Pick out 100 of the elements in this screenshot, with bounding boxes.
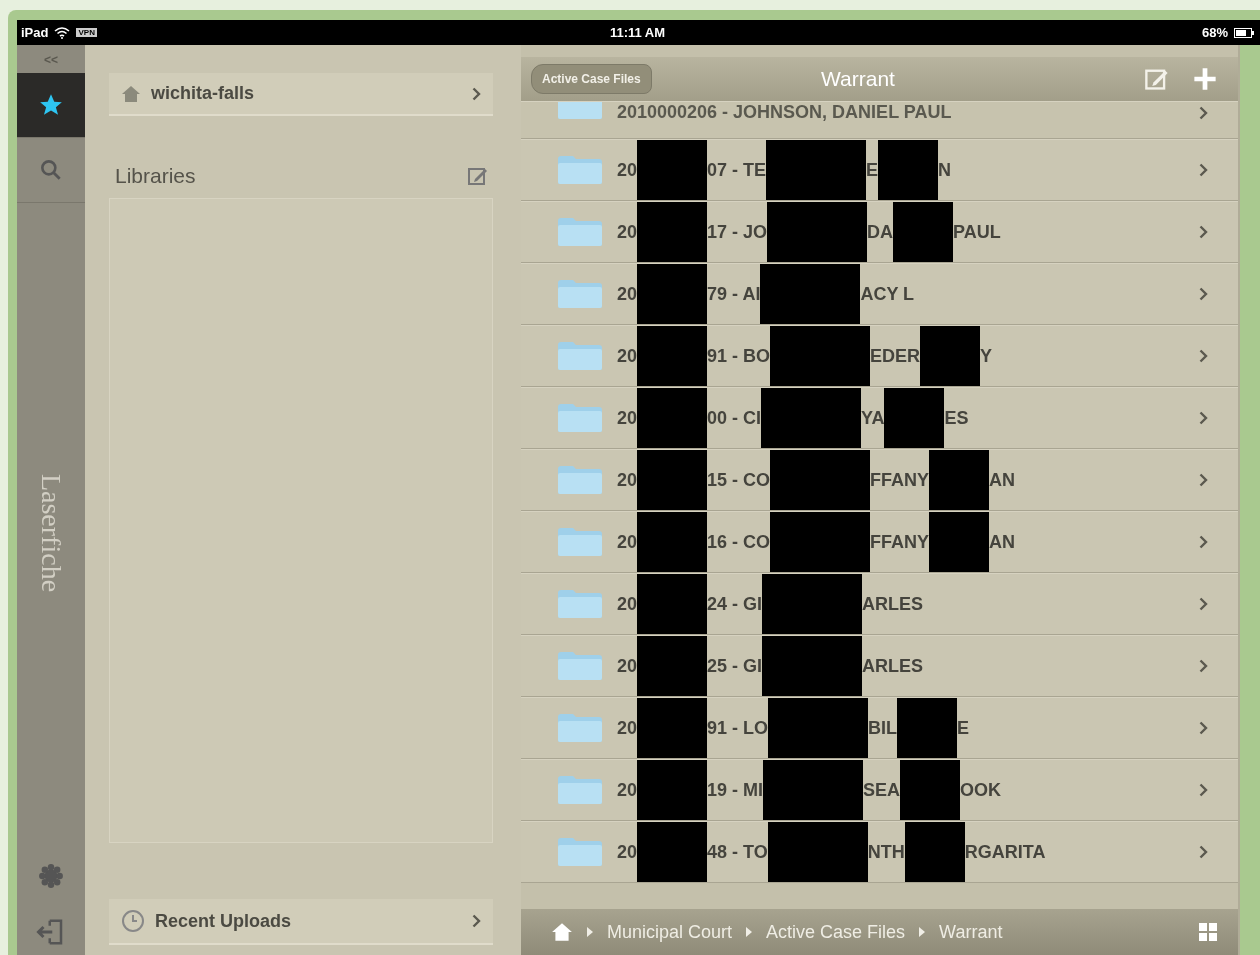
folder-row[interactable]: 20 15 - CO FFANY AN xyxy=(521,449,1238,511)
folder-row[interactable]: 2010000206 - JOHNSON, DANIEL PAUL xyxy=(521,101,1238,139)
chevron-icon xyxy=(1199,349,1208,363)
case-name-fragment: ARLES xyxy=(862,655,924,677)
case-name-fragment: DA xyxy=(867,221,894,243)
redaction-block xyxy=(637,760,708,820)
case-name-fragment: 20 xyxy=(617,407,638,429)
recent-uploads-item[interactable]: Recent Uploads xyxy=(109,899,493,945)
case-name-fragment: 20 xyxy=(617,655,638,677)
case-name-fragment: OOK xyxy=(960,779,1002,801)
chevron-icon xyxy=(472,86,481,101)
case-name-fragment: E xyxy=(957,717,970,739)
folder-icon xyxy=(557,403,603,433)
chevron-icon xyxy=(1199,473,1208,487)
case-name-fragment: 2010000206 - JOHNSON, DANIEL PAUL xyxy=(617,102,952,123)
case-name-fragment: BIL xyxy=(868,717,898,739)
case-name-fragment: 79 - AI xyxy=(707,283,761,305)
home-icon xyxy=(121,84,141,103)
case-name-fragment: 16 - CO xyxy=(707,531,771,553)
add-icon[interactable] xyxy=(1192,66,1218,92)
case-name-fragment: YA xyxy=(861,407,885,429)
case-name-fragment: 20 xyxy=(617,717,638,739)
redaction-block xyxy=(904,822,965,882)
folder-icon xyxy=(557,527,603,557)
case-name-fragment: 24 - GI xyxy=(707,593,763,615)
redaction-block xyxy=(637,326,708,386)
case-name-fragment: PAUL xyxy=(953,221,1001,243)
folder-icon xyxy=(557,279,603,309)
case-name-fragment: E xyxy=(866,159,879,181)
case-name-fragment: 20 xyxy=(617,531,638,553)
folder-row[interactable]: 20 07 - TE E N xyxy=(521,139,1238,201)
case-name-fragment: 20 xyxy=(617,469,638,491)
folder-row[interactable]: 20 16 - CO FFANY AN xyxy=(521,511,1238,573)
chevron-icon xyxy=(1199,287,1208,301)
clock-icon xyxy=(121,909,145,933)
chevron-icon xyxy=(1199,597,1208,611)
back-button[interactable]: Active Case Files xyxy=(531,64,652,94)
case-name-fragment: 00 - CI xyxy=(707,407,762,429)
chevron-icon xyxy=(472,914,481,928)
case-name-fragment: 17 - JO xyxy=(707,221,768,243)
case-name-fragment: EDER xyxy=(870,345,921,367)
chevron-icon xyxy=(1199,535,1208,549)
case-name-fragment: N xyxy=(938,159,952,181)
folder-row[interactable]: 20 25 - GI ARLES xyxy=(521,635,1238,697)
folder-icon xyxy=(557,651,603,681)
redaction-block xyxy=(893,202,954,262)
triangle-icon xyxy=(587,927,593,937)
folder-row[interactable]: 20 48 - TO NTH RGARITA xyxy=(521,821,1238,883)
chevron-icon xyxy=(1199,163,1208,177)
case-name-fragment: 25 - GI xyxy=(707,655,763,677)
folder-icon xyxy=(557,465,603,495)
redaction-block xyxy=(884,388,945,448)
case-name-fragment: 20 xyxy=(617,779,638,801)
case-name-fragment: 20 xyxy=(617,345,638,367)
vpn-badge: VPN xyxy=(76,28,97,37)
repository-item[interactable]: wichita-falls xyxy=(109,73,493,116)
brand-label: Laserfiche xyxy=(35,473,67,593)
case-name-fragment: ES xyxy=(944,407,969,429)
clock: 11:11 AM xyxy=(609,25,666,40)
redaction-block xyxy=(920,326,981,386)
triangle-icon xyxy=(746,927,753,937)
folder-row[interactable]: 20 24 - GI ARLES xyxy=(521,573,1238,635)
case-name-fragment: 91 - BO xyxy=(707,345,771,367)
case-name-fragment: 20 xyxy=(617,593,638,615)
grid-view-icon[interactable] xyxy=(1198,922,1218,942)
folder-row[interactable]: 20 19 - MI SEA OOK xyxy=(521,759,1238,821)
case-name-fragment: Y xyxy=(980,345,993,367)
case-name-fragment: ACY L xyxy=(860,283,915,305)
case-name-fragment: 91 - LO xyxy=(707,717,769,739)
case-name-fragment: 19 - MI xyxy=(707,779,764,801)
redaction-block xyxy=(637,264,708,324)
chevron-icon xyxy=(1199,106,1208,120)
libraries-heading: Libraries xyxy=(115,164,196,188)
case-name-fragment: 20 xyxy=(617,221,638,243)
rail-tab[interactable] xyxy=(17,73,85,138)
case-name-fragment: 15 - CO xyxy=(707,469,771,491)
battery-icon xyxy=(1234,27,1254,38)
chevron-icon xyxy=(1199,721,1208,735)
edit-icon[interactable] xyxy=(467,165,489,187)
case-name-fragment: 20 xyxy=(617,283,638,305)
folder-icon xyxy=(557,341,603,371)
redaction-block xyxy=(637,636,708,696)
redaction-block xyxy=(637,574,708,634)
folder-row[interactable]: 20 79 - AI ACY L xyxy=(521,263,1238,325)
folder-row[interactable]: 20 00 - CI YA ES xyxy=(521,387,1238,449)
redaction-block xyxy=(897,698,958,758)
home-icon[interactable] xyxy=(551,922,573,942)
case-name-fragment: FFANY xyxy=(870,531,930,553)
folder-row[interactable]: 20 91 - BO EDER Y xyxy=(521,325,1238,387)
redaction-block xyxy=(929,512,990,572)
case-name-fragment: SEA xyxy=(863,779,901,801)
folder-icon xyxy=(557,589,603,619)
folder-icon xyxy=(557,217,603,247)
chevron-icon xyxy=(1199,845,1208,859)
folder-row[interactable]: 20 17 - JO DA PAUL xyxy=(521,201,1238,263)
settings-icon[interactable] xyxy=(38,863,64,889)
battery-percentage: 68% xyxy=(1201,25,1228,40)
chevron-icon xyxy=(1199,411,1208,425)
folder-row[interactable]: 20 91 - LO BIL E xyxy=(521,697,1238,759)
redaction-block xyxy=(637,140,708,200)
